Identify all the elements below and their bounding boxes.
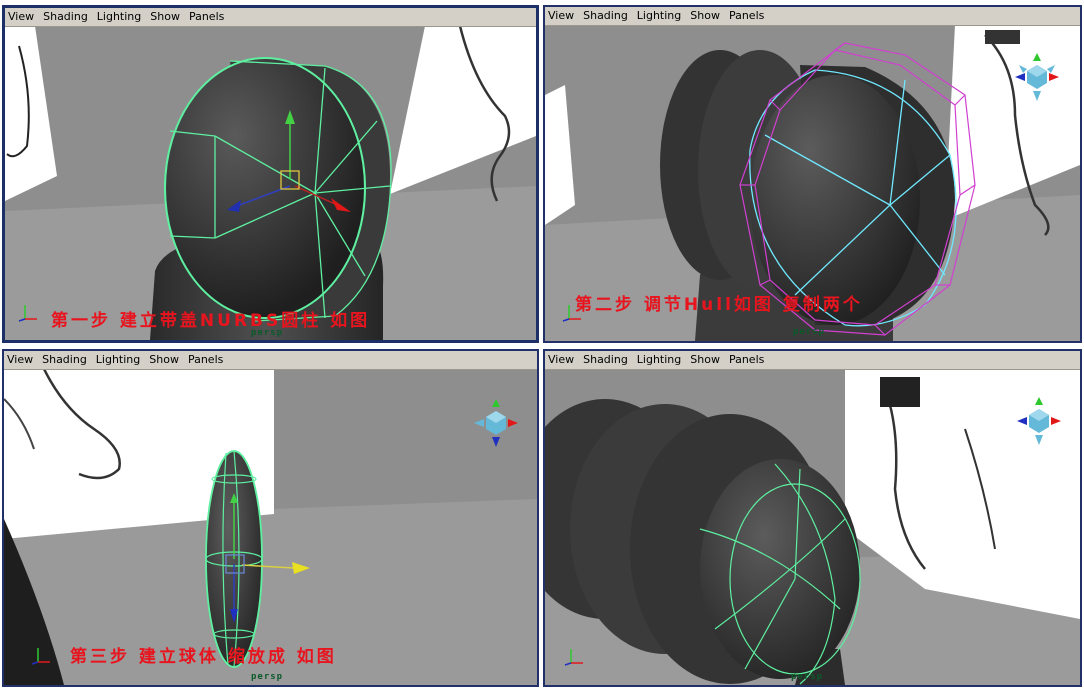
menu-panels[interactable]: Panels (729, 351, 764, 369)
axis-gizmo-icon (561, 643, 587, 669)
menu-show[interactable]: Show (150, 8, 180, 26)
menu-show[interactable]: Show (149, 351, 179, 369)
menu-view[interactable]: View (7, 351, 33, 369)
step-caption: 第一步 建立带盖NURBS圆柱 如图 (51, 311, 371, 331)
viewport-menubar: View Shading Lighting Show Panels (545, 7, 1080, 26)
axis-gizmo-icon (28, 642, 54, 668)
menu-shading[interactable]: Shading (42, 351, 87, 369)
axis-gizmo-icon (559, 299, 585, 325)
step-caption: 第二步 调节Hull如图 复制两个 (575, 295, 863, 315)
sphere-cap (700, 459, 860, 679)
cylinder-cap (165, 58, 365, 318)
menu-lighting[interactable]: Lighting (637, 351, 681, 369)
viewport-bottom-right[interactable]: View Shading Lighting Show Panels persp (543, 349, 1082, 687)
viewport-menubar: View Shading Lighting Show Panels (545, 351, 1080, 370)
menu-view[interactable]: View (8, 8, 34, 26)
viewport-top-left[interactable]: View Shading Lighting Show Panels 第一步 建立… (2, 5, 539, 343)
scene-drawing (5, 26, 536, 340)
menu-view[interactable]: View (548, 7, 574, 25)
scene-drawing (4, 369, 537, 685)
scene-view[interactable] (4, 369, 537, 685)
camera-label: persp (791, 672, 824, 682)
camera-label: persp (793, 327, 826, 337)
menu-panels[interactable]: Panels (188, 351, 223, 369)
viewport-top-right[interactable]: View Shading Lighting Show Panels 第二步 调节… (543, 5, 1082, 343)
viewport-bottom-left[interactable]: View Shading Lighting Show Panels 第三步 建立… (2, 349, 539, 687)
menu-shading[interactable]: Shading (43, 8, 88, 26)
menu-show[interactable]: Show (690, 7, 720, 25)
menu-lighting[interactable]: Lighting (96, 351, 140, 369)
reference-image-right (945, 25, 1080, 220)
scene-view[interactable] (545, 369, 1080, 685)
viewport-menubar: View Shading Lighting Show Panels (5, 8, 536, 27)
menu-panels[interactable]: Panels (189, 8, 224, 26)
view-cube-icon (474, 399, 518, 447)
camera-label: persp (251, 672, 284, 682)
menu-view[interactable]: View (548, 351, 574, 369)
menu-lighting[interactable]: Lighting (97, 8, 141, 26)
reference-image-left (5, 26, 57, 201)
scene-view[interactable] (5, 26, 536, 340)
menu-show[interactable]: Show (690, 351, 720, 369)
cylinder-front (750, 75, 920, 325)
menu-lighting[interactable]: Lighting (637, 7, 681, 25)
axis-gizmo-icon (15, 299, 41, 325)
menu-shading[interactable]: Shading (583, 351, 628, 369)
reference-image-left (545, 85, 575, 225)
reference-image-right (390, 26, 536, 194)
step-caption: 第三步 建立球体 缩放成 如图 (70, 647, 337, 667)
menu-panels[interactable]: Panels (729, 7, 764, 25)
menu-shading[interactable]: Shading (583, 7, 628, 25)
camera-label: persp (251, 328, 284, 338)
scene-drawing (545, 369, 1080, 685)
viewport-menubar: View Shading Lighting Show Panels (4, 351, 537, 370)
